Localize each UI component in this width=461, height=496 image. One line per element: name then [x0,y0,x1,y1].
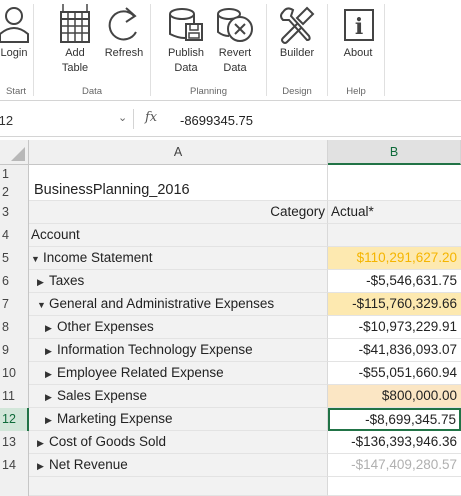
account-row-label[interactable]: ▶ Information Technology Expense [29,339,328,362]
group-label-data: Data [81,86,103,97]
publish-data-button[interactable]: Publish Data [160,0,212,76]
cell-b2[interactable] [328,165,461,201]
column-header-b[interactable]: B [328,140,461,165]
group-label-planning: Planning [190,86,227,97]
svg-text:i: i [355,14,363,40]
row-header[interactable]: 5 [0,247,29,270]
expand-toggle-icon[interactable]: ▶ [37,271,49,292]
selected-cell-b12[interactable]: -$8,699,345.75 [328,408,461,431]
row-header[interactable]: 1 2 [0,165,29,201]
revert-data-icon [215,0,255,44]
row-header-selected[interactable]: 12 [0,408,29,431]
ribbon-toolbar: Login Add Table Refresh Publish Data Rev… [0,0,461,101]
expand-toggle-icon[interactable]: ▶ [45,386,57,407]
ribbon-group-divider [327,4,328,96]
collapse-toggle-icon[interactable]: ▼ [37,294,49,315]
row-header[interactable]: 9 [0,339,29,362]
ribbon-group-divider [150,4,151,96]
formula-divider [133,109,134,129]
revert-data-label: Revert Data [218,47,252,74]
about-button[interactable]: i About [338,0,378,61]
group-label-start: Start [5,86,27,97]
refresh-button[interactable]: Refresh [100,0,148,61]
account-row-label[interactable]: ▼ Income Statement [29,247,328,270]
revert-data-button[interactable]: Revert Data [212,0,258,76]
formula-bar: B12 ⌄ fx -8699345.75 [0,101,461,137]
row-header[interactable] [0,477,29,496]
account-row-label[interactable]: ▶ Sales Expense [29,385,328,408]
row-header[interactable]: 14 [0,454,29,477]
builder-icon [277,0,317,44]
actual-value-cell[interactable]: $110,291,627.20 [328,247,461,270]
group-label-help: Help [346,86,366,97]
account-header-cell[interactable]: Account [29,224,328,247]
actual-value-cell[interactable]: -$41,836,093.07 [328,339,461,362]
row-header[interactable]: 11 [0,385,29,408]
expand-toggle-icon[interactable]: ▶ [45,363,57,384]
fx-icon[interactable]: fx [145,110,157,125]
row-header[interactable]: 6 [0,270,29,293]
row-header[interactable]: 13 [0,431,29,454]
about-label: About [343,47,373,59]
row-header[interactable]: 10 [0,362,29,385]
actual-value-cell[interactable]: -$136,393,946.36 [328,431,461,454]
builder-button[interactable]: Builder [272,0,322,61]
actual-value-cell[interactable]: $800,000.00 [328,385,461,408]
refresh-icon [104,0,144,44]
actual-header-cell[interactable]: Actual* [328,201,461,224]
expand-toggle-icon[interactable]: ▶ [37,432,49,453]
name-box[interactable]: B12 [0,113,13,128]
about-icon: i [341,0,375,44]
expand-toggle-icon[interactable]: ▶ [37,455,49,476]
actual-value-cell[interactable]: -$147,409,280.57 [328,454,461,477]
category-header-cell[interactable]: Category [29,201,328,224]
group-label-design: Design [282,86,312,97]
account-row-label[interactable]: ▶ Other Expenses [29,316,328,339]
empty-cell[interactable] [29,477,328,496]
login-label: Login [0,47,28,59]
add-table-label: Add Table [61,47,89,74]
account-row-label[interactable]: ▶ Cost of Goods Sold [29,431,328,454]
select-all-corner[interactable] [0,140,29,165]
empty-cell[interactable] [328,477,461,496]
actual-value-cell[interactable]: -$10,973,229.91 [328,316,461,339]
row-header[interactable]: 4 [0,224,29,247]
row-header[interactable]: 8 [0,316,29,339]
sheet-title-cell[interactable]: BusinessPlanning_2016 [29,165,328,201]
expand-toggle-icon[interactable]: ▶ [45,409,57,430]
row-header[interactable]: 7 [0,293,29,316]
actual-value-cell[interactable]: -$5,546,631.75 [328,270,461,293]
account-row-label[interactable]: ▶ Net Revenue [29,454,328,477]
account-row-label[interactable]: ▶ Marketing Expense [29,408,328,431]
account-row-label[interactable]: ▶ Employee Related Expense [29,362,328,385]
publish-data-label: Publish Data [167,47,205,74]
builder-label: Builder [279,47,315,59]
name-box-dropdown-icon[interactable]: ⌄ [118,111,127,124]
cell-b4[interactable] [328,224,461,247]
actual-value-cell[interactable]: -$115,760,329.66 [328,293,461,316]
login-button[interactable]: Login [0,0,34,61]
actual-value-cell[interactable]: -$55,051,660.94 [328,362,461,385]
ribbon-group-divider [33,4,34,96]
formula-input[interactable]: -8699345.75 [180,113,253,128]
expand-toggle-icon[interactable]: ▶ [45,317,57,338]
ribbon-group-divider [266,4,267,96]
row-header[interactable]: 3 [0,201,29,224]
ribbon-group-divider [384,4,385,96]
column-header-a[interactable]: A [29,140,328,165]
publish-data-icon [166,0,206,44]
login-icon [0,0,31,44]
collapse-toggle-icon[interactable]: ▼ [31,248,43,269]
refresh-label: Refresh [104,47,144,59]
add-table-button[interactable]: Add Table [55,0,95,76]
account-row-label[interactable]: ▼ General and Administrative Expenses [29,293,328,316]
account-row-label[interactable]: ▶ Taxes [29,270,328,293]
add-table-icon [57,0,93,44]
expand-toggle-icon[interactable]: ▶ [45,340,57,361]
